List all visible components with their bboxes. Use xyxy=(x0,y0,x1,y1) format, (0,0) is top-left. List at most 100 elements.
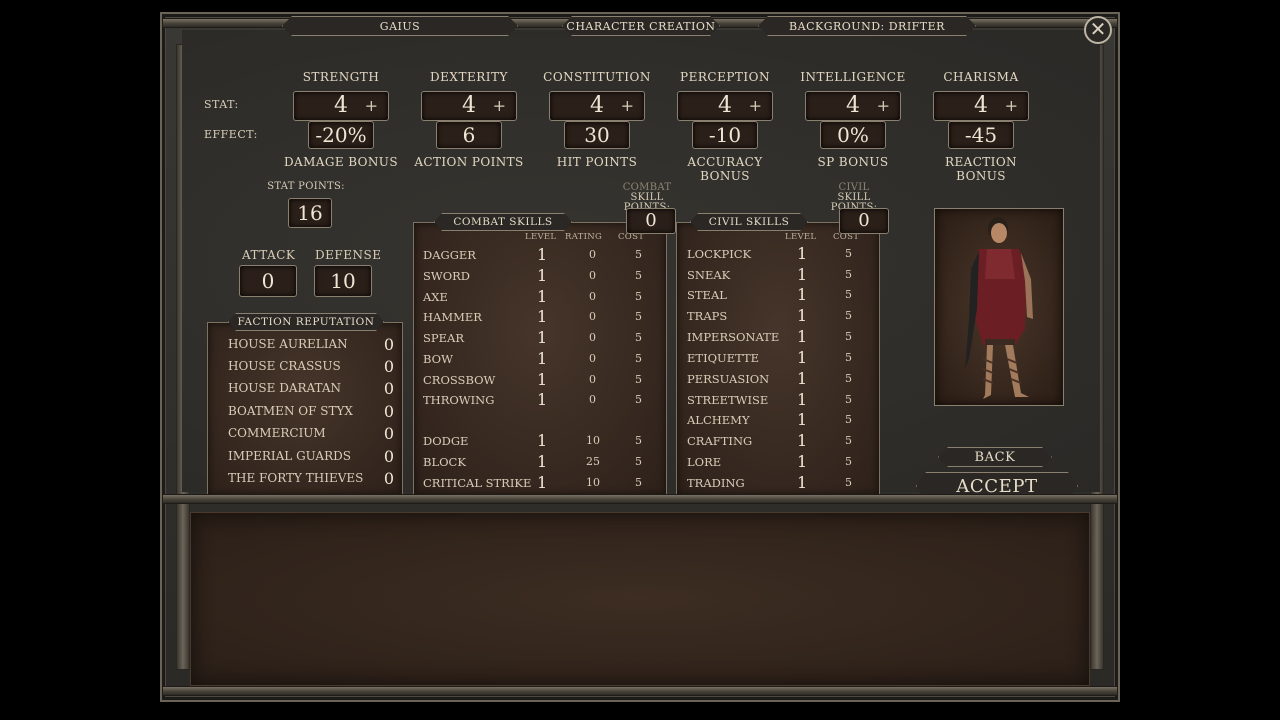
combat-skill-row[interactable]: BOW 1 0 5 xyxy=(423,349,663,372)
effect-label: HIT POINTS xyxy=(556,155,638,169)
combat-skill-row[interactable]: SPEAR 1 0 5 xyxy=(423,328,663,351)
combat-skill-row[interactable]: THROWING 1 0 5 xyxy=(423,390,663,413)
faction-value: 0 xyxy=(383,357,394,376)
middle-beam xyxy=(162,494,1118,504)
stat-name: INTELLIGENCE xyxy=(800,70,906,84)
stat-points-value: 16 xyxy=(288,198,332,228)
skill-cost: 5 xyxy=(845,288,852,301)
skill-cost: 5 xyxy=(845,455,852,468)
stat-perception: PERCEPTION 4 + -10 ACCURACY BONUS xyxy=(665,70,785,183)
screen-title-tab: CHARACTER CREATION xyxy=(562,16,720,36)
skill-cost: 5 xyxy=(845,476,852,489)
effect-label: ACCURACY BONUS xyxy=(687,155,763,183)
stat-value: 4 xyxy=(590,93,604,118)
civil-skill-row[interactable]: TRADING 1 5 xyxy=(687,473,877,496)
combat-skill-row[interactable]: SWORD 1 0 5 xyxy=(423,266,663,289)
skill-level: 1 xyxy=(537,287,548,306)
skill-cost: 5 xyxy=(845,413,852,426)
combat-skill-points-value: 0 xyxy=(626,208,676,234)
combat-skill-row[interactable]: DAGGER 1 0 5 xyxy=(423,245,663,268)
effect-value: -10 xyxy=(692,121,758,149)
skill-level: 1 xyxy=(537,266,548,285)
stat-value: 4 xyxy=(974,93,988,118)
background-tab: BACKGROUND: DRIFTER xyxy=(758,16,976,36)
skill-name: DODGE xyxy=(423,434,469,448)
stat-value-box: 4 + xyxy=(293,91,389,121)
civil-skill-row[interactable]: SNEAK 1 5 xyxy=(687,265,877,288)
stat-charisma: CHARISMA 4 + -45 REACTION BONUS xyxy=(921,70,1041,183)
stat-value-box: 4 + xyxy=(677,91,773,121)
skill-name: SWORD xyxy=(423,269,471,283)
civil-skill-row[interactable]: TRAPS 1 5 xyxy=(687,306,877,329)
skill-name: HAMMER xyxy=(423,310,482,324)
faction-row: HOUSE CRASSUS 0 xyxy=(228,357,398,381)
skill-cost: 5 xyxy=(845,268,852,281)
stat-value-box: 4 + xyxy=(805,91,901,121)
plus-icon[interactable]: + xyxy=(365,92,378,120)
effect-label: ACTION POINTS xyxy=(414,155,524,169)
skill-cost: 5 xyxy=(635,352,642,365)
skill-name: SNEAK xyxy=(687,268,731,282)
stats-panel: STRENGTH 4 + -20% DAMAGE BONUS DEXTERITY… xyxy=(182,30,1100,492)
effect-label: SP BONUS xyxy=(817,155,889,169)
civil-skill-row[interactable]: PERSUASION 1 5 xyxy=(687,369,877,392)
combat-skill-row[interactable]: CRITICAL STRIKE 1 10 5 xyxy=(423,473,663,496)
skill-level: 1 xyxy=(537,473,548,492)
civil-skill-row[interactable]: ETIQUETTE 1 5 xyxy=(687,348,877,371)
skill-name: AXE xyxy=(423,290,448,304)
skill-name: CROSSBOW xyxy=(423,373,496,387)
skill-name: SPEAR xyxy=(423,331,464,345)
skill-name: IMPERSONATE xyxy=(687,330,780,344)
skill-level: 1 xyxy=(797,244,808,263)
stat-value-box: 4 + xyxy=(933,91,1029,121)
faction-reputation-title: FACTION REPUTATION xyxy=(228,313,384,331)
skill-level: 1 xyxy=(797,390,808,409)
skill-rating: 10 xyxy=(586,476,600,489)
combat-skill-row[interactable]: DODGE 1 10 5 xyxy=(423,431,663,454)
faction-name: BOATMEN OF STYX xyxy=(228,404,353,418)
skill-cost: 5 xyxy=(635,269,642,282)
civil-skill-row[interactable]: LOCKPICK 1 5 xyxy=(687,244,877,267)
character-figure xyxy=(965,217,1033,399)
bottom-beam xyxy=(162,686,1118,696)
skill-level: 1 xyxy=(797,285,808,304)
stat-name: CONSTITUTION xyxy=(543,70,651,84)
plus-icon[interactable]: + xyxy=(493,92,506,120)
skill-cost: 5 xyxy=(635,373,642,386)
stat-row-label: STAT: xyxy=(204,98,239,111)
stat-name: DEXTERITY xyxy=(430,70,508,84)
skill-cost: 5 xyxy=(845,309,852,322)
plus-icon[interactable]: + xyxy=(1005,92,1018,120)
skill-cost: 5 xyxy=(845,393,852,406)
civil-skills-title: CIVIL SKILLS xyxy=(690,213,808,231)
skill-cost: 5 xyxy=(635,310,642,323)
plus-icon[interactable]: + xyxy=(749,92,762,120)
skill-level: 1 xyxy=(797,452,808,471)
faction-name: THE FORTY THIEVES xyxy=(228,471,364,485)
civil-skill-row[interactable]: ALCHEMY 1 5 xyxy=(687,410,877,433)
combat-skill-row[interactable]: BLOCK 1 25 5 xyxy=(423,452,663,475)
civil-skill-row[interactable]: IMPERSONATE 1 5 xyxy=(687,327,877,350)
combat-skill-row[interactable]: HAMMER 1 0 5 xyxy=(423,307,663,330)
faction-row: COMMERCIUM 0 xyxy=(228,424,398,448)
back-button[interactable]: BACK xyxy=(938,447,1052,467)
skill-cost: 5 xyxy=(635,476,642,489)
skill-name: CRAFTING xyxy=(687,434,753,448)
faction-value: 0 xyxy=(383,469,394,488)
skill-cost: 5 xyxy=(635,455,642,468)
plus-icon[interactable]: + xyxy=(621,92,634,120)
civil-skill-row[interactable]: STREETWISE 1 5 xyxy=(687,390,877,413)
close-icon[interactable]: ✕ xyxy=(1084,16,1112,44)
skill-level: 1 xyxy=(797,306,808,325)
civil-skill-row[interactable]: STEAL 1 5 xyxy=(687,285,877,308)
defense-value: 10 xyxy=(314,265,372,297)
rating-column-header: RATING xyxy=(565,232,603,242)
plus-icon[interactable]: + xyxy=(877,92,890,120)
effect-value: 30 xyxy=(564,121,630,149)
faction-reputation-panel: HOUSE AURELIAN 0 HOUSE CRASSUS 0 HOUSE D… xyxy=(207,322,403,496)
civil-skill-row[interactable]: LORE 1 5 xyxy=(687,452,877,475)
stat-strength: STRENGTH 4 + -20% DAMAGE BONUS xyxy=(281,70,401,169)
civil-skill-row[interactable]: CRAFTING 1 5 xyxy=(687,431,877,454)
skill-rating: 0 xyxy=(589,393,596,406)
effect-value: -20% xyxy=(308,121,374,149)
